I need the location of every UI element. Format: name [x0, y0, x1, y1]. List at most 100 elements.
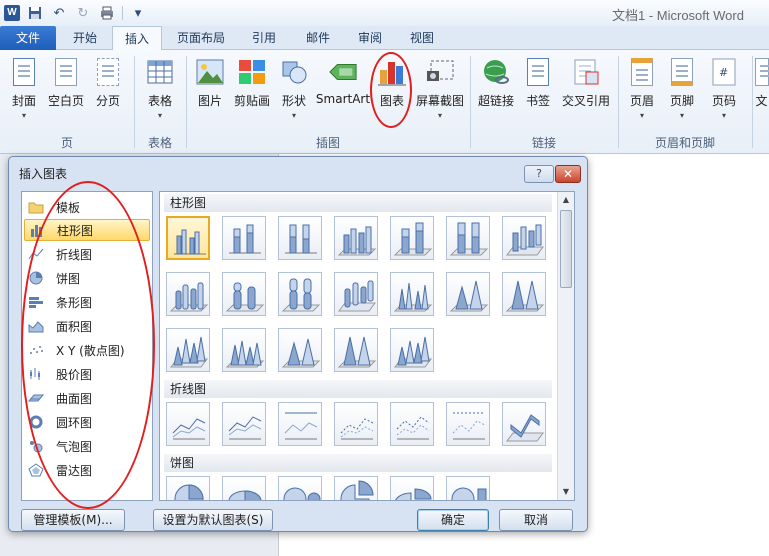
- save-icon[interactable]: [26, 4, 44, 22]
- category-doughnut[interactable]: 圆环图: [24, 411, 150, 433]
- page-break-button[interactable]: 分页: [90, 56, 126, 109]
- area-chart-icon: [28, 318, 44, 334]
- clustered-pyramid-thumbnail[interactable]: [222, 328, 266, 372]
- category-bar[interactable]: 条形图: [24, 291, 150, 313]
- tab-review[interactable]: 审阅: [346, 26, 394, 50]
- chevron-down-icon: ▾: [639, 111, 644, 120]
- category-surface[interactable]: 曲面图: [24, 387, 150, 409]
- tab-file[interactable]: 文件: [0, 26, 56, 50]
- stacked-cylinder-thumbnail[interactable]: [222, 272, 266, 316]
- tab-page-layout[interactable]: 页面布局: [168, 26, 234, 50]
- header-label: 页眉: [629, 94, 654, 108]
- 3d-clustered-column-thumbnail[interactable]: [334, 216, 378, 260]
- 3d-line-thumbnail[interactable]: [502, 402, 546, 446]
- footer-button[interactable]: 页脚 ▾: [664, 56, 700, 120]
- clustered-column-thumbnail[interactable]: [166, 216, 210, 260]
- folder-icon: [28, 199, 44, 215]
- shapes-label: 形状: [281, 94, 306, 108]
- print-icon[interactable]: [98, 4, 116, 22]
- category-label: 条形图: [56, 295, 93, 310]
- cross-reference-button[interactable]: 交叉引用: [558, 56, 614, 109]
- category-pie[interactable]: 饼图: [24, 267, 150, 289]
- category-line[interactable]: 折线图: [24, 243, 150, 265]
- percent-stacked-pyramid-thumbnail[interactable]: [334, 328, 378, 372]
- gallery-scrollbar[interactable]: ▲ ▼: [557, 192, 574, 500]
- scroll-up-icon[interactable]: ▲: [558, 192, 574, 208]
- stacked-column-thumbnail[interactable]: [222, 216, 266, 260]
- clip-art-button[interactable]: 剪贴画: [230, 56, 274, 109]
- 3d-column-thumbnail[interactable]: [502, 216, 546, 260]
- tab-view[interactable]: 视图: [398, 26, 446, 50]
- ok-button[interactable]: 确定: [417, 509, 489, 531]
- table-button[interactable]: 表格 ▾: [140, 56, 180, 120]
- text-box-button[interactable]: 文: [754, 56, 769, 109]
- bookmark-label: 书签: [525, 94, 550, 108]
- doughnut-chart-icon: [28, 414, 44, 430]
- cover-page-button[interactable]: 封面 ▾: [6, 56, 42, 120]
- tab-home[interactable]: 开始: [62, 26, 108, 50]
- hyperlink-button[interactable]: 超链接: [476, 56, 516, 109]
- line-with-markers-thumbnail[interactable]: [334, 402, 378, 446]
- cancel-button[interactable]: 取消: [499, 509, 573, 531]
- group-label-illustrations: 插图: [315, 136, 340, 150]
- word-logo-icon: W: [4, 5, 20, 21]
- category-column[interactable]: 柱形图: [24, 219, 150, 241]
- redo-icon[interactable]: ↻: [74, 4, 92, 22]
- set-as-default-chart-button[interactable]: 设置为默认图表(S): [153, 509, 273, 531]
- category-xy-scatter[interactable]: X Y (散点图): [24, 339, 150, 361]
- pie-of-pie-thumbnail[interactable]: [278, 476, 322, 500]
- shapes-button[interactable]: 形状 ▾: [276, 56, 312, 120]
- scroll-thumb[interactable]: [560, 210, 572, 288]
- 3d-percent-stacked-column-thumbnail[interactable]: [446, 216, 490, 260]
- 3d-pie-thumbnail[interactable]: [222, 476, 266, 500]
- bookmark-button[interactable]: 书签: [520, 56, 556, 109]
- help-button[interactable]: ?: [524, 165, 554, 183]
- manage-templates-button[interactable]: 管理模板(M)...: [21, 509, 125, 531]
- chevron-down-icon: ▾: [21, 111, 26, 120]
- screenshot-button[interactable]: 屏幕截图 ▾: [412, 56, 468, 120]
- clustered-cone-thumbnail[interactable]: [390, 272, 434, 316]
- percent-stacked-line-thumbnail[interactable]: [278, 402, 322, 446]
- category-radar[interactable]: 雷达图: [24, 459, 150, 481]
- 3d-cylinder-thumbnail[interactable]: [334, 272, 378, 316]
- header-button[interactable]: 页眉 ▾: [624, 56, 660, 120]
- stacked-line-thumbnail[interactable]: [222, 402, 266, 446]
- tab-insert[interactable]: 插入: [112, 26, 162, 51]
- category-templates[interactable]: 模板: [24, 196, 150, 218]
- undo-icon[interactable]: ↶: [50, 4, 68, 22]
- picture-button[interactable]: 图片: [192, 56, 228, 109]
- stacked-line-with-markers-thumbnail[interactable]: [390, 402, 434, 446]
- picture-icon: [195, 56, 225, 88]
- customize-qat-button[interactable]: ▾: [129, 4, 147, 22]
- blank-page-button[interactable]: 空白页: [44, 56, 88, 109]
- stacked-cone-thumbnail[interactable]: [446, 272, 490, 316]
- 3d-stacked-column-thumbnail[interactable]: [390, 216, 434, 260]
- stacked-pyramid-thumbnail[interactable]: [278, 328, 322, 372]
- chart-icon: [377, 56, 407, 88]
- category-area[interactable]: 面积图: [24, 315, 150, 337]
- scroll-down-icon[interactable]: ▼: [558, 484, 574, 500]
- bar-of-pie-thumbnail[interactable]: [446, 476, 490, 500]
- cross-reference-icon: [571, 56, 601, 88]
- smartart-icon: [328, 56, 358, 88]
- 3d-pyramid-thumbnail[interactable]: [390, 328, 434, 372]
- page-number-button[interactable]: # 页码 ▾: [706, 56, 742, 120]
- tab-references[interactable]: 引用: [240, 26, 288, 50]
- line-thumbnail[interactable]: [166, 402, 210, 446]
- exploded-pie-thumbnail[interactable]: [334, 476, 378, 500]
- chart-button[interactable]: 图表: [374, 56, 410, 109]
- pie-thumbnail[interactable]: [166, 476, 210, 500]
- close-button[interactable]: ✕: [555, 165, 581, 183]
- percent-stacked-cone-thumbnail[interactable]: [502, 272, 546, 316]
- category-bubble[interactable]: 气泡图: [24, 435, 150, 457]
- pie-chart-icon: [28, 270, 44, 286]
- smartart-button[interactable]: SmartArt: [314, 56, 372, 106]
- percent-stacked-column-thumbnail[interactable]: [278, 216, 322, 260]
- 3d-cone-thumbnail[interactable]: [166, 328, 210, 372]
- category-stock[interactable]: 股价图: [24, 363, 150, 385]
- percent-stacked-cylinder-thumbnail[interactable]: [278, 272, 322, 316]
- 3d-exploded-pie-thumbnail[interactable]: [390, 476, 434, 500]
- percent-stacked-line-with-markers-thumbnail[interactable]: [446, 402, 490, 446]
- clustered-cylinder-thumbnail[interactable]: [166, 272, 210, 316]
- tab-mailings[interactable]: 邮件: [294, 26, 342, 50]
